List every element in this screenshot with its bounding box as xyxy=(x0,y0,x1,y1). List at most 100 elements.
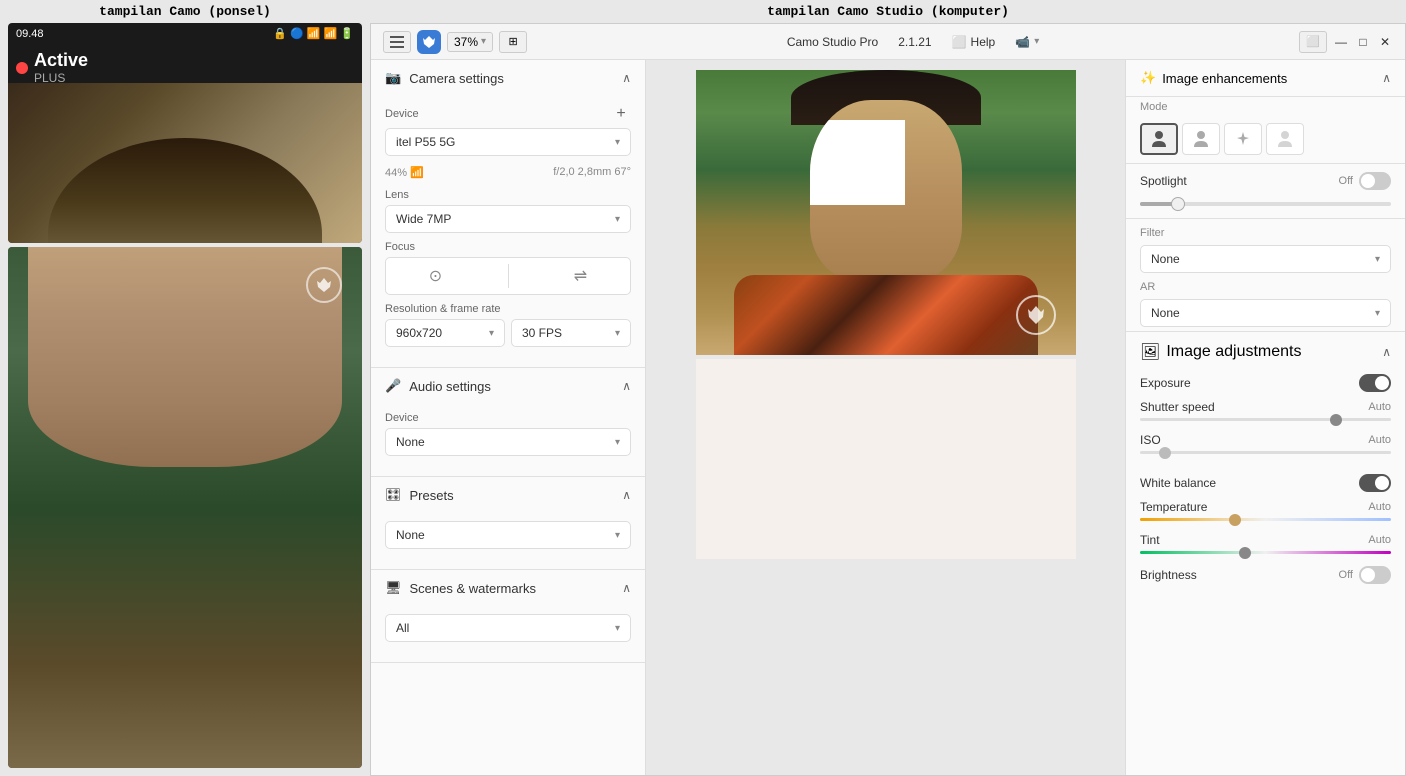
camera-preview xyxy=(696,70,1076,355)
enhancements-header-left: ✨ Image enhancements xyxy=(1140,70,1287,86)
filter-dropdown[interactable]: None ▾ xyxy=(1140,245,1391,273)
iso-row: ISO Auto xyxy=(1126,427,1405,449)
tint-slider-row xyxy=(1126,549,1405,560)
spotlight-slider-thumb[interactable] xyxy=(1171,197,1185,211)
spotlight-slider-track xyxy=(1140,202,1391,206)
adjustments-header[interactable]: 🖼 Image adjustments ∧ xyxy=(1126,331,1405,368)
title-bar-right: ⬜ — □ ✕ xyxy=(1299,31,1393,53)
temperature-slider-row xyxy=(1126,516,1405,527)
mode-other-btn[interactable] xyxy=(1266,123,1304,155)
temperature-slider-track xyxy=(1140,518,1391,521)
right-panel: ✨ Image enhancements ∧ Mode xyxy=(1125,60,1405,775)
tint-slider-thumb[interactable] xyxy=(1239,547,1251,559)
mode-portrait2-btn[interactable] xyxy=(1182,123,1220,155)
focus-manual-btn[interactable]: ⇌ xyxy=(566,264,596,288)
video-menu[interactable]: 📹 ▾ xyxy=(1015,35,1039,49)
studio-label: tampilan Camo Studio (komputer) xyxy=(370,4,1406,19)
tint-value: Auto xyxy=(1368,534,1391,546)
presets-label: Presets xyxy=(410,488,454,503)
shutter-speed-row: Shutter speed Auto xyxy=(1126,394,1405,416)
focus-field-label: Focus xyxy=(385,241,631,253)
shutter-slider-track xyxy=(1140,418,1391,421)
filter-value: None xyxy=(1151,252,1180,266)
audio-settings-header-left: 🎤 Audio settings xyxy=(385,378,491,394)
lens-dropdown[interactable]: Wide 7MP ▾ xyxy=(385,205,631,233)
left-panel: 📷 Camera settings ∧ Device + itel P55 5G… xyxy=(371,60,646,775)
brightness-control: Off xyxy=(1339,566,1391,584)
audio-device-value: None xyxy=(396,435,425,449)
resolution-row: 960x720 ▾ 30 FPS ▾ xyxy=(385,319,631,347)
fps-value: 30 FPS xyxy=(522,326,562,340)
shutter-slider-thumb[interactable] xyxy=(1330,414,1342,426)
brightness-toggle[interactable] xyxy=(1359,566,1391,584)
fps-dropdown[interactable]: 30 FPS ▾ xyxy=(511,319,631,347)
device-label-text: Device xyxy=(385,108,419,120)
ar-label: AR xyxy=(1126,277,1405,295)
filter-label: Filter xyxy=(1126,223,1405,241)
minimize-btn[interactable]: — xyxy=(1333,34,1349,50)
scenes-header[interactable]: 🖥 Scenes & watermarks ∧ xyxy=(371,570,645,606)
camera-view xyxy=(646,60,1125,775)
scenes-dropdown[interactable]: All ▾ xyxy=(385,614,631,642)
mode-magic-btn[interactable] xyxy=(1224,123,1262,155)
presets-dropdown[interactable]: None ▾ xyxy=(385,521,631,549)
app-version: 2.1.21 xyxy=(898,35,931,49)
device-camera-spec: f/2,0 2,8mm 67° xyxy=(553,166,631,179)
camo-watermark xyxy=(1016,295,1056,335)
title-center: Camo Studio Pro 2.1.21 ⬜ Help 📹 ▾ xyxy=(535,35,1291,49)
presets-content: None ▾ xyxy=(371,513,645,569)
shutter-slider-row xyxy=(1126,416,1405,427)
phone-bottom-content xyxy=(8,247,362,768)
enhancements-header[interactable]: ✨ Image enhancements ∧ xyxy=(1126,60,1405,97)
audio-settings-label: Audio settings xyxy=(409,379,491,394)
sidebar-toggle-btn[interactable] xyxy=(383,31,411,53)
close-btn[interactable]: ✕ xyxy=(1377,34,1393,50)
white-balance-toggle[interactable] xyxy=(1359,474,1391,492)
presets-header[interactable]: 🎛 Presets ∧ xyxy=(371,477,645,513)
studio-section: 37% ▾ ⊞ Camo Studio Pro 2.1.21 ⬜ Help 📹 … xyxy=(370,23,1406,776)
brightness-row: Brightness Off xyxy=(1126,560,1405,586)
exposure-row: Exposure xyxy=(1126,368,1405,394)
sidebar-right-btn[interactable]: ⬜ xyxy=(1299,31,1327,53)
help-menu[interactable]: ⬜ Help xyxy=(952,35,996,49)
help-label: Help xyxy=(971,35,996,49)
layout-btn[interactable]: ⊞ xyxy=(499,31,527,53)
shutter-speed-value: Auto xyxy=(1368,401,1391,413)
maximize-btn[interactable]: □ xyxy=(1355,34,1371,50)
camera-settings-chevron: ∧ xyxy=(622,71,631,85)
add-device-btn[interactable]: + xyxy=(611,104,631,124)
device-dropdown[interactable]: itel P55 5G ▾ xyxy=(385,128,631,156)
resolution-dropdown[interactable]: 960x720 ▾ xyxy=(385,319,505,347)
iso-slider-track xyxy=(1140,451,1391,454)
content-area: 📷 Camera settings ∧ Device + itel P55 5G… xyxy=(371,60,1405,775)
tint-label: Tint xyxy=(1140,533,1160,547)
scenes-header-left: 🖥 Scenes & watermarks xyxy=(385,580,536,596)
ar-dropdown[interactable]: None ▾ xyxy=(1140,299,1391,327)
adjustments-label: Image adjustments xyxy=(1166,343,1301,361)
focus-auto-btn[interactable]: ⊙ xyxy=(421,264,451,288)
exposure-toggle[interactable] xyxy=(1359,374,1391,392)
camera-icon: 📷 xyxy=(385,70,401,86)
spotlight-toggle[interactable] xyxy=(1359,172,1391,190)
audio-device-label: Device xyxy=(385,412,631,424)
camera-settings-header[interactable]: 📷 Camera settings ∧ xyxy=(371,60,645,96)
mode-portrait-btn[interactable] xyxy=(1140,123,1178,155)
audio-settings-section: 🎤 Audio settings ∧ Device None ▾ xyxy=(371,368,645,477)
lens-field-label: Lens xyxy=(385,189,631,201)
adjustments-icon: 🖼 xyxy=(1140,342,1160,362)
phone-status-icons: 🔒 🔵 📶 📶 🔋 xyxy=(273,27,354,40)
audio-settings-header[interactable]: 🎤 Audio settings ∧ xyxy=(371,368,645,404)
audio-device-chevron: ▾ xyxy=(615,437,620,448)
face-top-area xyxy=(48,138,322,243)
adjustments-header-left: 🖼 Image adjustments xyxy=(1140,342,1302,362)
presets-dropdown-chevron: ▾ xyxy=(615,530,620,541)
audio-device-dropdown[interactable]: None ▾ xyxy=(385,428,631,456)
camera-settings-label: Camera settings xyxy=(409,71,504,86)
iso-slider-thumb[interactable] xyxy=(1159,447,1171,459)
iso-slider-row xyxy=(1126,449,1405,460)
phone-section: 09.48 🔒 🔵 📶 📶 🔋 Active PLUS ? ⚙ xyxy=(0,23,370,776)
temperature-slider-thumb[interactable] xyxy=(1229,514,1241,526)
zoom-dropdown[interactable]: 37% ▾ xyxy=(447,32,493,52)
resolution-field-label: Resolution & frame rate xyxy=(385,303,631,315)
tint-slider-track xyxy=(1140,551,1391,554)
